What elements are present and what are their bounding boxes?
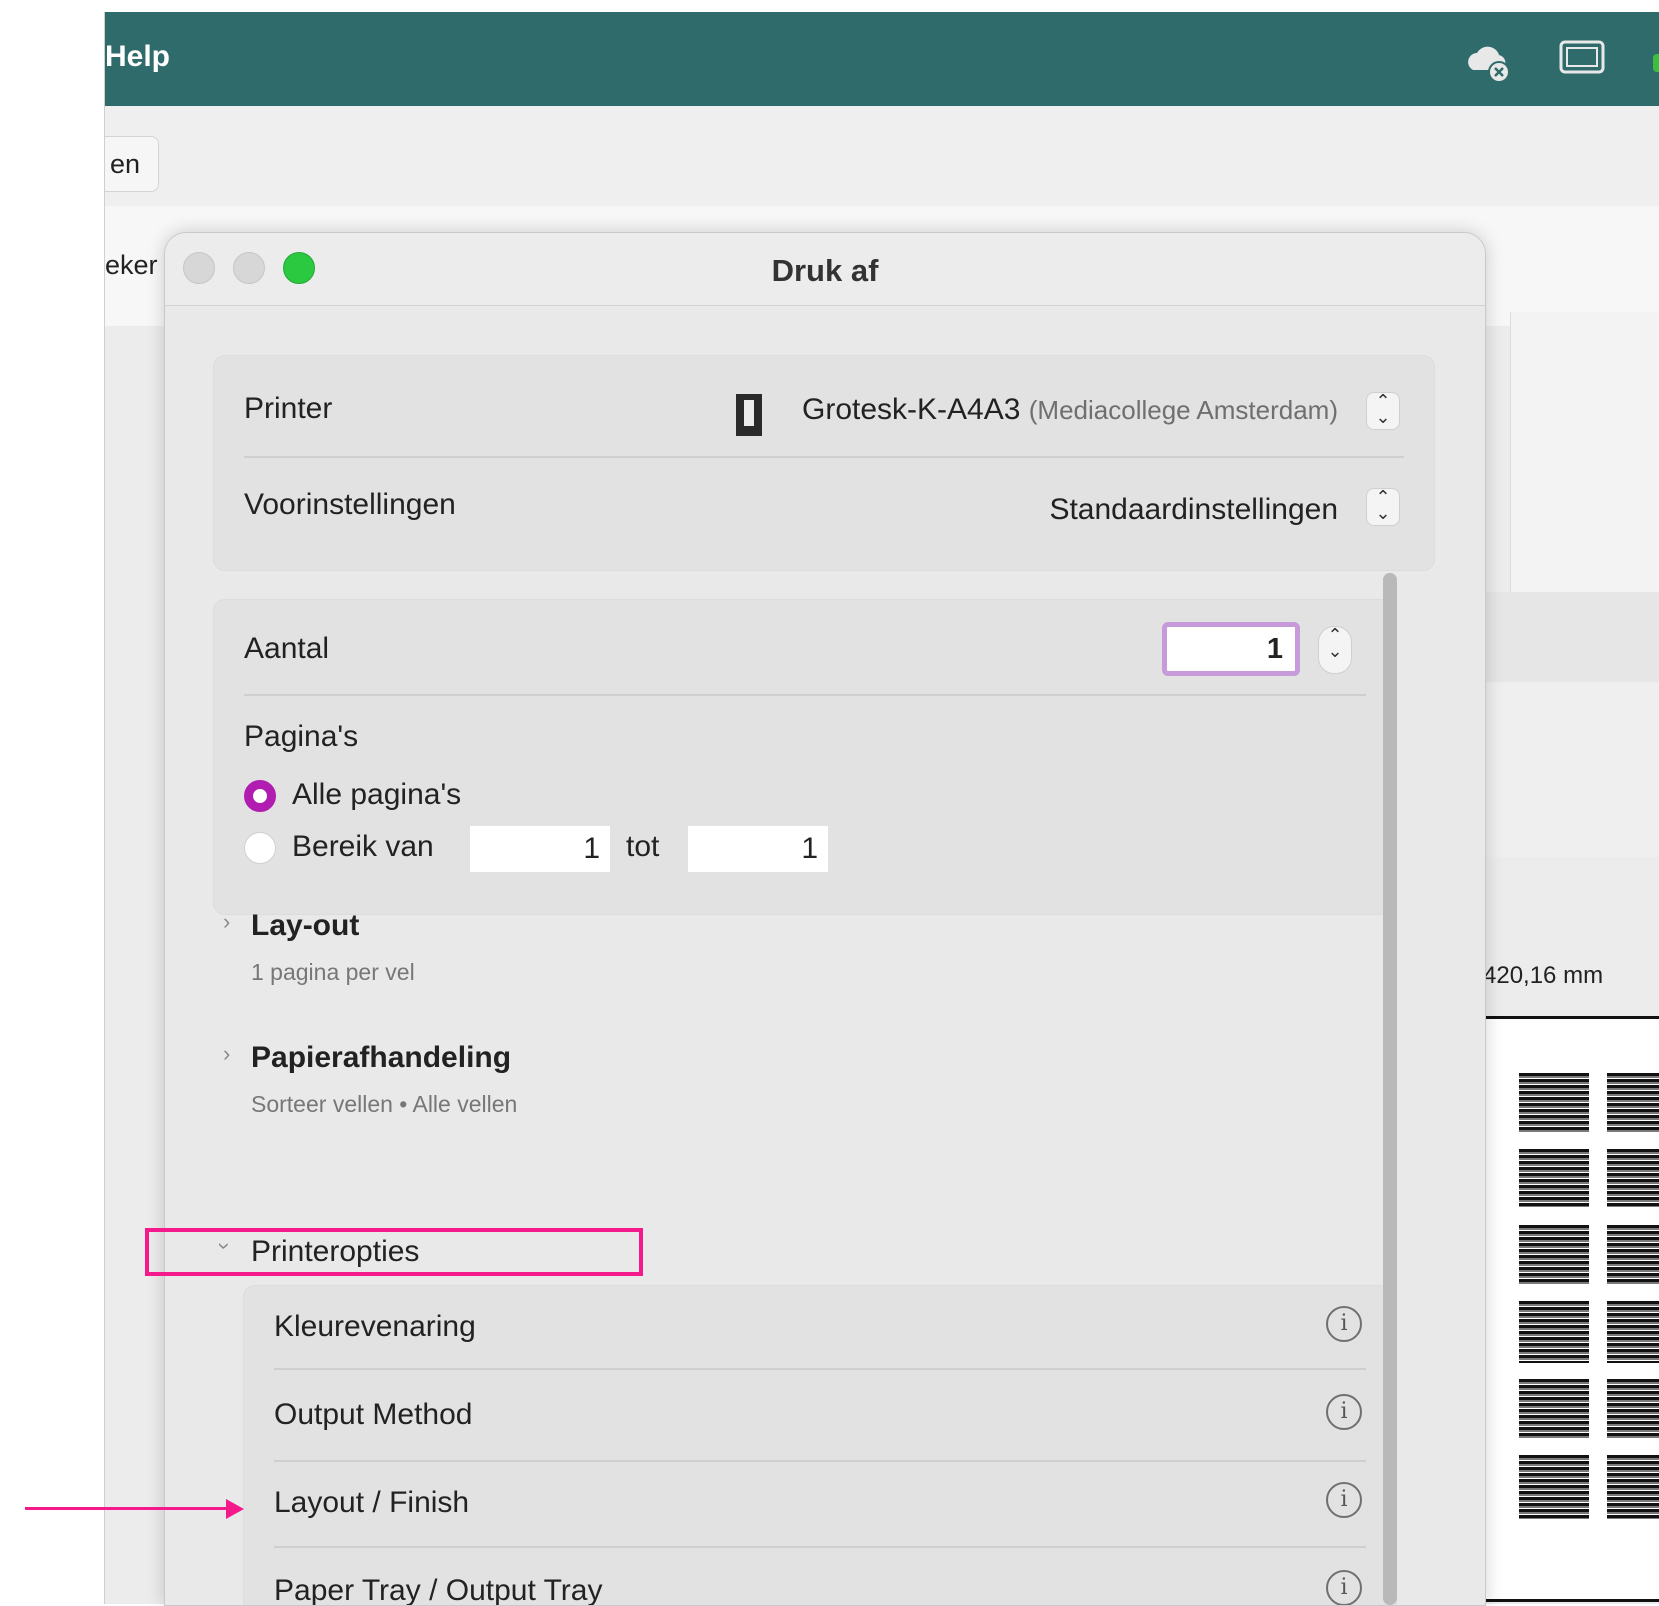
all-pages-radio[interactable] [244,780,276,812]
right-panel-area [1475,682,1659,857]
divider [274,1546,1366,1548]
annotation-highlight-box [145,1228,643,1276]
annotation-arrow [25,1507,230,1510]
printer-settings-group: Printer Grotesk-K-A4A3 (Mediacollege Ams… [213,355,1435,571]
range-to-input[interactable]: 1 [688,826,828,872]
copies-label: Aantal [244,632,330,665]
info-icon[interactable]: i [1326,1482,1362,1518]
scrollbar-thumb[interactable] [1383,573,1397,1605]
presets-popup-chevron-icon[interactable]: ⌃ ⌄ [1366,488,1400,526]
menu-help[interactable]: Help [105,40,170,74]
copies-stepper[interactable]: ⌃ ⌄ [1318,626,1352,674]
chevron-right-icon[interactable]: › [223,909,230,935]
page-range-label: Bereik van [292,830,434,863]
printer-option-label: Kleurevenaring [274,1310,476,1343]
printer-option-row[interactable]: Paper Tray / Output Tray i [244,1550,1396,1606]
subbar-label: eker [105,250,158,280]
paper-handling-section-header[interactable]: Papierafhandeling [251,1041,511,1075]
annotation-arrow-head [226,1499,244,1519]
dialog-scrollbar[interactable] [1383,573,1397,1605]
printer-location: (Mediacollege Amsterdam) [1028,395,1338,425]
paper-handling-section-summary: Sorteer vellen • Alle vellen [251,1091,518,1117]
cloud-error-icon[interactable] [1463,40,1515,89]
dialog-titlebar: Druk af [165,233,1485,306]
info-icon[interactable]: i [1326,1570,1362,1605]
printer-option-label: Output Method [274,1398,473,1431]
preview-dimension-label: 420,16 mm [1483,962,1604,989]
app-toolbar: en [105,106,1659,206]
divider [274,1368,1366,1370]
toolbar-button[interactable]: en [105,136,160,192]
divider [244,456,1404,458]
range-from-input[interactable]: 1 [470,826,610,872]
printer-name: Grotesk-K-A4A3 [802,393,1021,426]
printer-label: Printer [244,392,333,425]
status-dot-icon [1653,54,1659,72]
print-dialog: Druk af Printer Grotesk-K-A4A3 (Mediacol… [164,232,1486,1606]
printer-popup-chevron-icon[interactable]: ⌃ ⌄ [1366,392,1400,430]
layout-section-summary: 1 pagina per vel [251,959,415,985]
printer-select[interactable]: Grotesk-K-A4A3 (Mediacollege Amsterdam) [802,393,1338,427]
printer-option-label: Layout / Finish [274,1486,470,1519]
copies-input[interactable]: 1 [1162,622,1300,676]
dialog-title: Druk af [771,253,879,288]
divider [244,694,1366,696]
presets-label: Voorinstellingen [244,488,456,521]
range-to-label: tot [626,830,660,863]
right-panel [1510,312,1659,592]
printer-option-row[interactable]: Layout / Finish i [244,1462,1396,1550]
presets-select[interactable]: Standaardinstellingen [1049,493,1338,527]
copies-pages-group: Aantal 1 ⌃ ⌄ Pagina's Alle pagina's Berei… [213,599,1397,915]
layout-section-header[interactable]: Lay-out [251,909,359,943]
pages-heading: Pagina's [244,720,359,753]
printer-option-row[interactable]: Kleurevenaring i [244,1286,1396,1374]
printer-icon [736,394,762,436]
print-preview-page [1483,1016,1659,1602]
page-range-radio[interactable] [244,832,276,864]
info-icon[interactable]: i [1326,1306,1362,1342]
printer-option-label: Paper Tray / Output Tray [274,1574,603,1606]
window-icon[interactable] [1559,40,1605,79]
all-pages-label: Alle pagina's [292,778,462,811]
right-panel-strip [1475,592,1659,682]
info-icon[interactable]: i [1326,1394,1362,1430]
printer-option-row[interactable]: Output Method i [244,1374,1396,1462]
app-titlebar: Help [105,12,1659,106]
chevron-right-icon[interactable]: › [223,1041,230,1067]
printer-options-list: Kleurevenaring i Output Method i Layout … [243,1285,1397,1606]
